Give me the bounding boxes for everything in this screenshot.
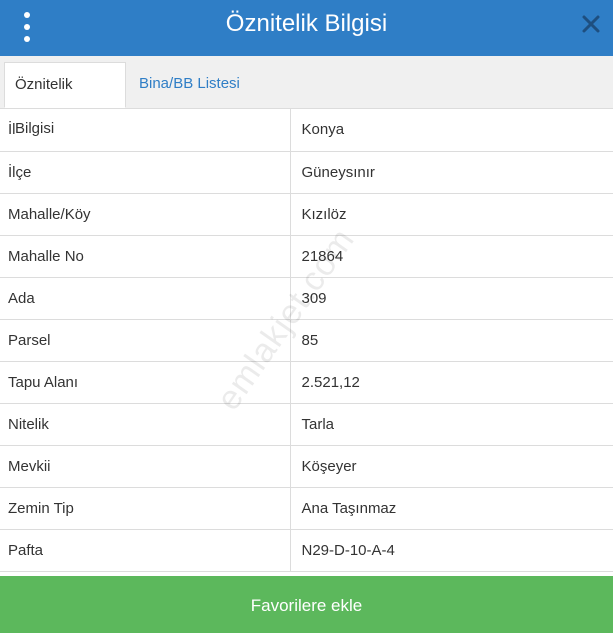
table-row: Mevkii Köşeyer — [0, 445, 613, 488]
row-value: 309 — [290, 277, 613, 320]
row-key: Ada — [0, 277, 291, 320]
table-row: Zemin Tip Ana Taşınmaz — [0, 487, 613, 530]
row-key: Mahalle No — [0, 235, 291, 278]
table-row: Tapu Alanı 2.521,12 — [0, 361, 613, 404]
row-value: Tarla — [290, 403, 613, 446]
row-key: Nitelik — [0, 403, 291, 446]
row-key: Zemin Tip — [0, 487, 291, 530]
row-value: Köşeyer — [290, 445, 613, 488]
dialog-title: Öznitelik Bilgisi — [225, 10, 388, 37]
add-to-favorites-button[interactable]: Favorilere ekle — [0, 576, 613, 633]
table-row: İlçe Güneysınır — [0, 151, 613, 194]
tab-bina-bb-listesi[interactable]: Bina/BB Listesi — [129, 62, 250, 108]
tab-oznitelik-bilgisi[interactable]: Öznitelik Bilgisi — [4, 62, 126, 137]
table-row: Mahalle No 21864 — [0, 235, 613, 278]
table-row: Parsel 85 — [0, 319, 613, 362]
row-value: 85 — [290, 319, 613, 362]
row-value: Konya — [290, 109, 613, 152]
row-key: Mevkii — [0, 445, 291, 488]
header-bar: Öznitelik Bilgisi — [0, 0, 613, 56]
row-value: N29-D-10-A-4 — [290, 529, 613, 572]
row-value: 2.521,12 — [290, 361, 613, 404]
row-key: Pafta — [0, 529, 291, 572]
row-value: Güneysınır — [290, 151, 613, 194]
table-row: İl Konya — [0, 109, 613, 152]
tab-bar: Öznitelik Bilgisi Bina/BB Listesi — [0, 56, 613, 137]
row-value: 21864 — [290, 235, 613, 278]
row-value: Ana Taşınmaz — [290, 487, 613, 530]
table-row: Nitelik Tarla — [0, 403, 613, 446]
row-key: İlçe — [0, 151, 291, 194]
close-icon[interactable] — [579, 12, 603, 36]
table-row: Mahalle/Köy Kızılöz — [0, 193, 613, 236]
table-row: Pafta N29-D-10-A-4 — [0, 529, 613, 572]
row-key: Tapu Alanı — [0, 361, 291, 404]
table-row: Ada 309 — [0, 277, 613, 320]
row-key: Mahalle/Köy — [0, 193, 291, 236]
row-key: İl — [0, 109, 291, 152]
row-value: Kızılöz — [290, 193, 613, 236]
attribute-table: İl Konya İlçe Güneysınır Mahalle/Köy Kızılö… — [0, 109, 613, 572]
row-key: Parsel — [0, 319, 291, 362]
